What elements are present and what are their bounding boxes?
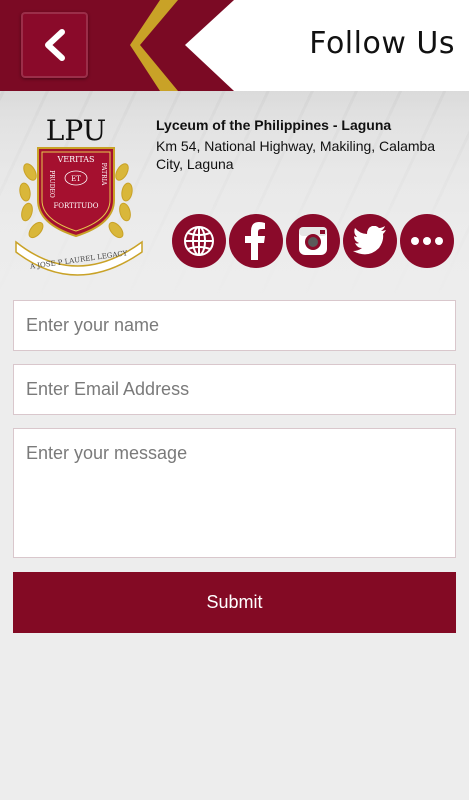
name-input[interactable] [13,300,456,351]
message-input[interactable] [13,428,456,558]
chevron-left-icon [44,29,65,61]
lpu-logo: LPU VERITAS ET PATRIA PRUDEO FORTITUDO A… [15,114,143,276]
instagram-button[interactable] [286,214,340,268]
twitter-button[interactable] [343,214,397,268]
email-input[interactable] [13,364,456,415]
logo-motto-veritas: VERITAS [57,155,95,164]
instagram-icon [299,227,327,255]
back-button[interactable] [21,12,88,78]
logo-motto-patria: PATRIA [100,163,107,186]
website-button[interactable] [172,214,226,268]
twitter-icon [353,226,386,255]
header: Follow Us [0,0,469,91]
logo-motto-fortitudo: FORTITUDO [53,202,98,210]
college-address: Km 54, National Highway, Makiling, Calam… [156,138,436,172]
page-title: Follow Us [309,26,455,61]
social-links [172,214,454,268]
more-button[interactable] [400,214,454,268]
facebook-button[interactable] [229,214,283,268]
more-icon [411,237,443,245]
submit-button[interactable]: Submit [13,572,456,633]
facebook-icon [245,222,265,260]
globe-icon [184,226,214,256]
college-name: Lyceum of the Philippines - Laguna [156,117,392,133]
logo-motto-prudeo: PRUDEO [48,170,55,198]
logo-text: LPU [46,114,107,147]
logo-motto-et: ET [71,175,81,183]
